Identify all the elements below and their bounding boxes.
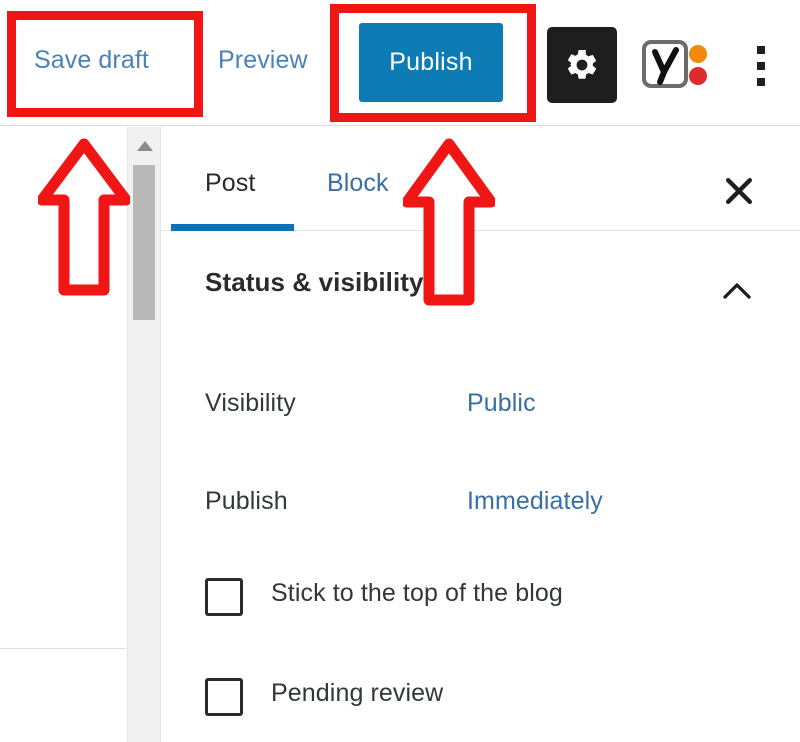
screen-root: Save draft Preview Publish Post Block St… bbox=[0, 0, 800, 742]
kebab-menu-icon-dot bbox=[757, 62, 765, 70]
visibility-row: Visibility Public bbox=[161, 389, 800, 449]
yoast-seo-button[interactable] bbox=[638, 34, 712, 96]
status-visibility-title: Status & visibility bbox=[205, 267, 424, 297]
publish-button[interactable]: Publish bbox=[359, 23, 503, 102]
status-visibility-section-header[interactable]: Status & visibility bbox=[161, 232, 800, 339]
pending-review-row[interactable]: Pending review bbox=[161, 678, 800, 736]
tab-post[interactable]: Post bbox=[205, 169, 255, 198]
more-options-button[interactable] bbox=[743, 34, 779, 96]
settings-button[interactable] bbox=[547, 27, 617, 103]
content-divider bbox=[0, 648, 127, 649]
yoast-seo-logo-icon bbox=[638, 40, 712, 100]
sticky-post-checkbox[interactable] bbox=[205, 578, 243, 616]
pending-review-checkbox[interactable] bbox=[205, 678, 243, 716]
visibility-value-button[interactable]: Public bbox=[467, 389, 536, 418]
visibility-label: Visibility bbox=[205, 389, 296, 417]
editor-content-column bbox=[0, 127, 127, 742]
kebab-menu-icon-dot bbox=[757, 78, 765, 86]
scrollbar-thumb[interactable] bbox=[133, 165, 155, 320]
preview-button[interactable]: Preview bbox=[218, 46, 308, 75]
scroll-up-arrow-icon[interactable] bbox=[137, 141, 153, 151]
publish-date-label: Publish bbox=[205, 487, 288, 515]
kebab-menu-icon bbox=[757, 46, 765, 54]
tab-active-indicator bbox=[171, 224, 294, 231]
vertical-scrollbar[interactable] bbox=[127, 127, 160, 742]
tab-block[interactable]: Block bbox=[327, 169, 389, 198]
save-draft-button[interactable]: Save draft bbox=[34, 46, 149, 75]
close-sidebar-button[interactable] bbox=[719, 171, 759, 211]
publish-date-value-button[interactable]: Immediately bbox=[467, 487, 603, 516]
chevron-up-icon bbox=[719, 276, 755, 306]
settings-sidebar-panel: Post Block Status & visibility Visibilit… bbox=[160, 127, 800, 742]
sticky-post-label[interactable]: Stick to the top of the blog bbox=[271, 579, 563, 608]
editor-toolbar: Save draft Preview Publish bbox=[0, 0, 800, 126]
sidebar-tabs: Post Block bbox=[161, 127, 800, 231]
sticky-post-row[interactable]: Stick to the top of the blog bbox=[161, 578, 800, 636]
close-icon bbox=[719, 171, 759, 211]
pending-review-label[interactable]: Pending review bbox=[271, 679, 443, 708]
publish-date-row: Publish Immediately bbox=[161, 487, 800, 547]
section-collapse-button[interactable] bbox=[719, 276, 755, 306]
